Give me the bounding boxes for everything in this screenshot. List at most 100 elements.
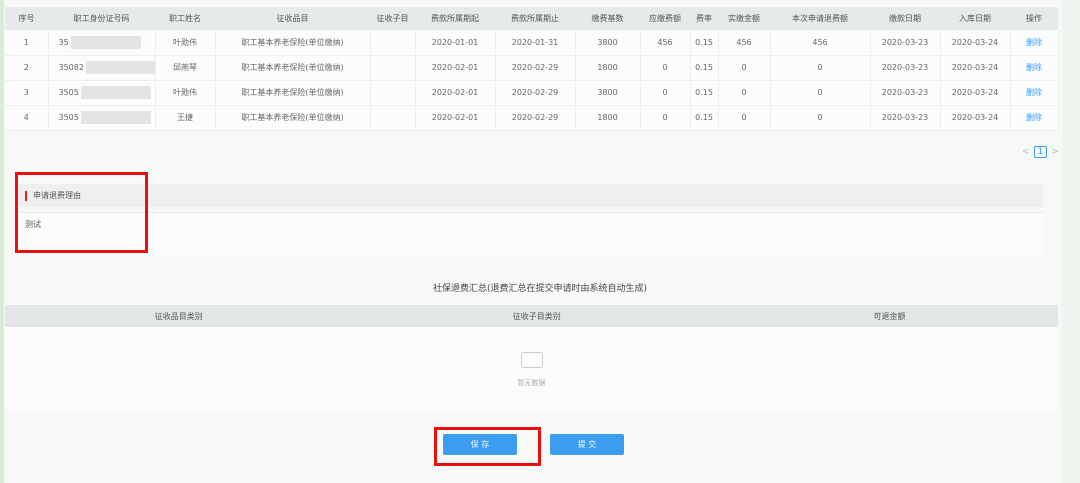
table-cell: 2020-02-01	[415, 80, 496, 106]
column-header: 费款所属期起	[415, 7, 495, 30]
cell-text: 0.15	[695, 63, 713, 72]
table-cell: 4	[5, 105, 49, 131]
cell-text: 职工基本养老保险(单位缴纳)	[241, 113, 344, 122]
table-cell: 1800	[575, 105, 641, 131]
cell-text: 3800	[597, 37, 618, 47]
cell-text: 职工基本养老保险(单位缴纳)	[241, 37, 344, 47]
column-header: 缴款日期	[870, 7, 940, 30]
delete-link[interactable]: 删除	[1026, 63, 1042, 72]
cell-text: 叶勋伟	[173, 88, 197, 97]
table-cell	[370, 80, 416, 106]
cell-text: 叶勋伟	[173, 37, 197, 47]
cell-text: 1800	[597, 113, 618, 122]
cell-text: 0	[741, 88, 747, 97]
cell-text: 1800	[597, 63, 618, 72]
cell-text: 0	[662, 88, 668, 97]
cell-text: 0	[741, 113, 747, 122]
scrollbar-track[interactable]	[1062, 0, 1080, 483]
cell-text: 1	[23, 37, 29, 47]
reason-textarea[interactable]: 测试	[15, 212, 1043, 256]
table-cell: 3800	[575, 80, 641, 106]
column-header: 本次申请退费额	[770, 7, 870, 30]
cell-text: 2020-02-01	[431, 63, 479, 72]
cell-text: 2020-03-23	[881, 63, 929, 72]
column-header: 缴费基数	[575, 7, 640, 30]
table-cell: 1800	[575, 55, 641, 81]
prev-page-button[interactable]: <	[1022, 147, 1030, 157]
table-cell: 2020-01-01	[415, 30, 496, 56]
cell-text: 35	[58, 37, 69, 47]
cell-text: 2020-01-31	[511, 37, 559, 47]
cell-text: 456	[657, 37, 673, 47]
summary-header: 征收品目类别	[5, 305, 353, 327]
column-header: 操作	[1010, 7, 1058, 30]
table-cell: 叶勋伟	[155, 30, 216, 56]
table-cell: 0	[770, 105, 871, 131]
next-page-button[interactable]: >	[1051, 147, 1059, 157]
table-row: 1 35 叶勋伟 职工基本养老保险(单位缴纳) 2020-01-01 2020-01-31…	[5, 30, 1059, 56]
table-cell: 删除	[1010, 80, 1059, 106]
cell-text: 0.15	[695, 37, 713, 47]
table-cell: 2020-03-24	[940, 105, 1011, 131]
cell-text: 0	[817, 63, 823, 72]
cell-text: 3800	[597, 88, 618, 97]
table-cell: 2020-02-01	[415, 105, 496, 131]
column-header: 序号	[5, 7, 48, 30]
cell-text: 3505	[58, 88, 79, 97]
table-cell: 2020-02-01	[415, 55, 496, 81]
table-cell: 35	[48, 30, 156, 56]
summary-header: 征收子目类别	[352, 305, 722, 327]
column-header: 应缴费额	[640, 7, 690, 30]
left-border	[0, 0, 4, 483]
delete-link[interactable]: 删除	[1026, 88, 1042, 97]
table-cell	[370, 105, 416, 131]
summary-title: 社保退费汇总(退费汇总在提交申请时由系统自动生成)	[432, 284, 648, 294]
table-cell: 2020-02-29	[495, 105, 576, 131]
table-cell: 0	[770, 55, 871, 81]
cell-text: 2020-03-24	[951, 88, 999, 97]
cell-text: 4	[23, 113, 29, 122]
cell-text: 2020-02-29	[511, 88, 559, 97]
table-cell: 2020-03-23	[870, 105, 941, 131]
pagination: < 1 >	[1022, 146, 1059, 158]
table-cell: 2	[5, 55, 49, 81]
page-1-button[interactable]: 1	[1033, 146, 1048, 158]
table-row: 2 35082 邱燕琴 职工基本养老保险(单位缴纳) 2020-02-01 2020-02…	[5, 55, 1059, 81]
cell-text: 3505	[58, 113, 79, 122]
empty-text: 暂无数据	[517, 379, 546, 387]
cell-text: 2	[23, 63, 29, 72]
cell-text: 2020-03-24	[951, 113, 999, 122]
empty-state: 暂无数据	[5, 327, 1058, 410]
table-cell: 456	[640, 30, 691, 56]
table-cell	[370, 55, 416, 81]
table-cell: 2020-02-29	[495, 80, 576, 106]
cell-text: 456	[736, 37, 752, 47]
table-cell	[370, 30, 416, 56]
cell-text: 2020-03-23	[881, 37, 929, 47]
delete-link[interactable]: 删除	[1026, 113, 1042, 122]
highlight-box	[434, 427, 541, 466]
table-cell: 0	[770, 80, 871, 106]
cell-text: 0	[662, 63, 668, 72]
cell-text: 2020-02-01	[431, 113, 479, 122]
cell-text: 邱燕琴	[173, 63, 197, 72]
submit-button[interactable]: 提 交	[550, 434, 624, 455]
column-header: 职工身份证号码	[48, 7, 155, 30]
cell-text: 3	[23, 88, 29, 97]
cell-text: 0	[662, 113, 668, 122]
table-cell: 邱燕琴	[155, 55, 216, 81]
cell-text: 456	[812, 37, 828, 47]
table-cell: 0.15	[690, 30, 719, 56]
table-cell: 删除	[1010, 30, 1059, 56]
delete-link[interactable]: 删除	[1026, 38, 1042, 47]
redacted-mask	[80, 86, 151, 99]
table-cell: 0	[718, 80, 771, 106]
table-cell: 职工基本养老保险(单位缴纳)	[215, 80, 371, 106]
table-cell: 职工基本养老保险(单位缴纳)	[215, 105, 371, 131]
table-cell: 叶勋伟	[155, 80, 216, 106]
cell-text: 2020-03-23	[881, 113, 929, 122]
table-cell: 1	[5, 30, 49, 56]
cell-text: 2020-03-24	[951, 37, 999, 47]
table-cell: 3505	[48, 80, 156, 106]
cell-text: 2020-02-01	[431, 88, 479, 97]
